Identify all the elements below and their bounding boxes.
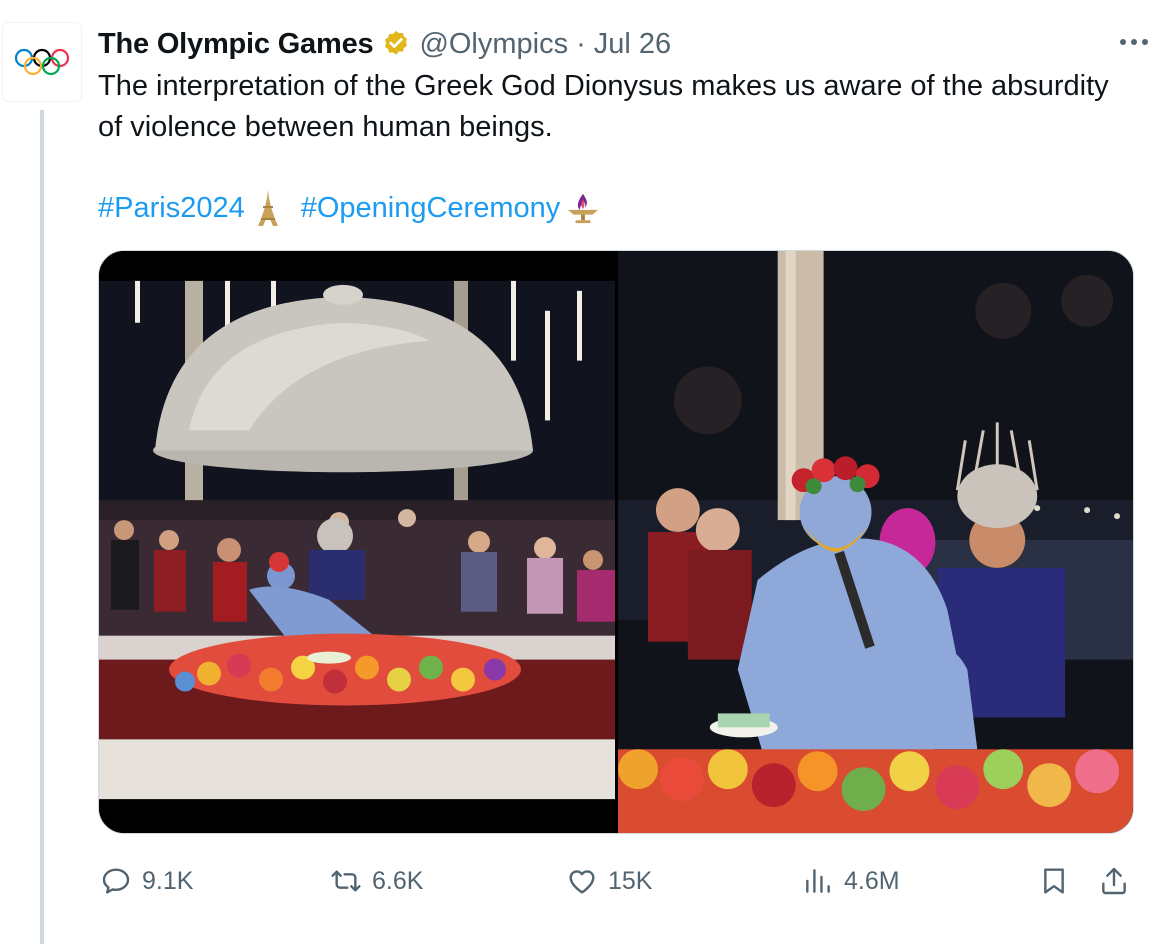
eiffel-tower-icon — [251, 188, 285, 228]
avatar[interactable] — [2, 22, 82, 102]
heart-icon — [569, 870, 595, 894]
tweet-header: The Olympic Games @Olympics · Jul 26 — [98, 26, 671, 62]
author-handle[interactable]: @Olympics — [419, 28, 568, 61]
like-count: 15K — [608, 866, 653, 895]
verified-badge-icon[interactable] — [381, 29, 411, 59]
hashtag-line: #Paris2024 #OpeningCeremony — [98, 186, 600, 230]
views-count: 4.6M — [844, 866, 900, 895]
retweet-icon — [331, 870, 361, 892]
ceremony-photo-dionysus-image — [618, 251, 1133, 833]
more-options-icon[interactable] — [1114, 24, 1154, 60]
olympic-cauldron-icon — [566, 188, 600, 228]
share-icon — [1102, 867, 1126, 895]
tweet-text: The interpretation of the Greek God Dion… — [98, 70, 1109, 143]
tweet-date[interactable]: Jul 26 — [594, 28, 671, 61]
author-name[interactable]: The Olympic Games — [98, 28, 374, 61]
hashtag-paris2024[interactable]: #Paris2024 — [98, 192, 245, 225]
media-gallery — [98, 250, 1134, 834]
action-bar: 9.1K 6.6K 15K 4.6M — [98, 858, 1138, 904]
retweet-button[interactable]: 6.6K — [330, 858, 423, 904]
thread-line — [40, 110, 44, 944]
reply-button[interactable]: 9.1K — [100, 858, 193, 904]
photo-right[interactable] — [618, 251, 1133, 833]
photo-left[interactable] — [99, 251, 615, 833]
like-button[interactable]: 15K — [566, 858, 652, 904]
reply-icon — [102, 868, 130, 894]
olympic-rings-icon — [14, 48, 70, 76]
share-button[interactable] — [1098, 858, 1140, 904]
hashtag-openingceremony[interactable]: #OpeningCeremony — [301, 192, 561, 225]
separator-dot: · — [576, 27, 586, 60]
bookmark-icon — [1044, 868, 1064, 894]
ceremony-photo-table-image — [99, 251, 615, 833]
bookmark-button[interactable] — [1038, 858, 1080, 904]
views-chart-icon — [806, 869, 830, 893]
reply-count: 9.1K — [142, 866, 194, 895]
retweet-count: 6.6K — [372, 866, 424, 895]
views-button[interactable]: 4.6M — [802, 858, 900, 904]
